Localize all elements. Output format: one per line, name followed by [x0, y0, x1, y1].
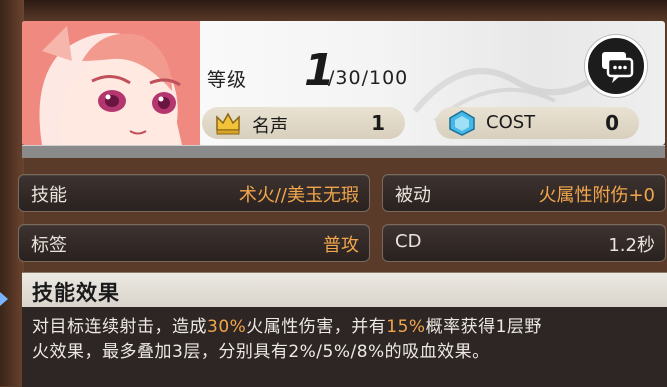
exp-progress-bar: [22, 145, 665, 158]
effect-damage-percent: 30%: [207, 317, 247, 337]
level-label: 等级: [207, 69, 248, 91]
level-max: /30/100: [328, 67, 409, 89]
skill-effect-panel: 技能效果 对目标连续射击，造成30%火属性伤害，并有15%概率获得1层野 火效果…: [22, 272, 667, 387]
skill-value: 术火//美玉无瑕: [238, 185, 359, 206]
skill-effect-header: 技能效果: [22, 273, 667, 307]
top-border: [0, 0, 667, 22]
skill-effect-title: 技能效果: [32, 281, 120, 305]
character-portrait: [22, 21, 200, 145]
fame-label: 名声: [252, 116, 288, 137]
skill-key: 技能: [31, 185, 67, 206]
skill-effect-description: 对目标连续射击，造成30%火属性伤害，并有15%概率获得1层野 火效果，最多叠加…: [32, 315, 657, 365]
tag-key: 标签: [31, 235, 67, 256]
chat-bubble-icon: [602, 52, 634, 83]
fame-value: 1: [371, 111, 385, 135]
cost-value: 0: [605, 111, 619, 135]
cd-key: CD: [395, 231, 422, 252]
skill-row[interactable]: 技能 术火//美玉无瑕: [18, 174, 370, 212]
cd-value: 1.2秒: [608, 235, 655, 256]
tag-value: 普攻: [323, 235, 359, 256]
passive-value: 火属性附伤+0: [538, 185, 655, 206]
cd-row: CD 1.2秒: [382, 224, 666, 262]
passive-key: 被动: [395, 185, 431, 206]
fame-pill: 名声 1: [202, 107, 405, 139]
cost-pill: COST 0: [436, 107, 639, 139]
gem-icon: [449, 110, 475, 136]
character-header-card: 等级 1 /30/100 名声 1 COST 0: [22, 21, 665, 145]
cost-label: COST: [486, 112, 536, 133]
side-arrow-icon[interactable]: [0, 292, 8, 306]
effect-text-4: 火效果，最多叠加3层，分别具有2%/5%/8%的吸血效果。: [32, 342, 490, 362]
chat-button[interactable]: [585, 35, 647, 97]
tag-row: 标签 普攻: [18, 224, 370, 262]
effect-text-3: 概率获得1层野: [425, 317, 542, 337]
effect-text-2: 火属性伤害，并有: [246, 317, 387, 337]
passive-row[interactable]: 被动 火属性附伤+0: [382, 174, 666, 212]
effect-text-1: 对目标连续射击，造成: [32, 317, 207, 337]
crown-icon: [216, 112, 240, 135]
effect-chance-percent: 15%: [386, 317, 426, 337]
